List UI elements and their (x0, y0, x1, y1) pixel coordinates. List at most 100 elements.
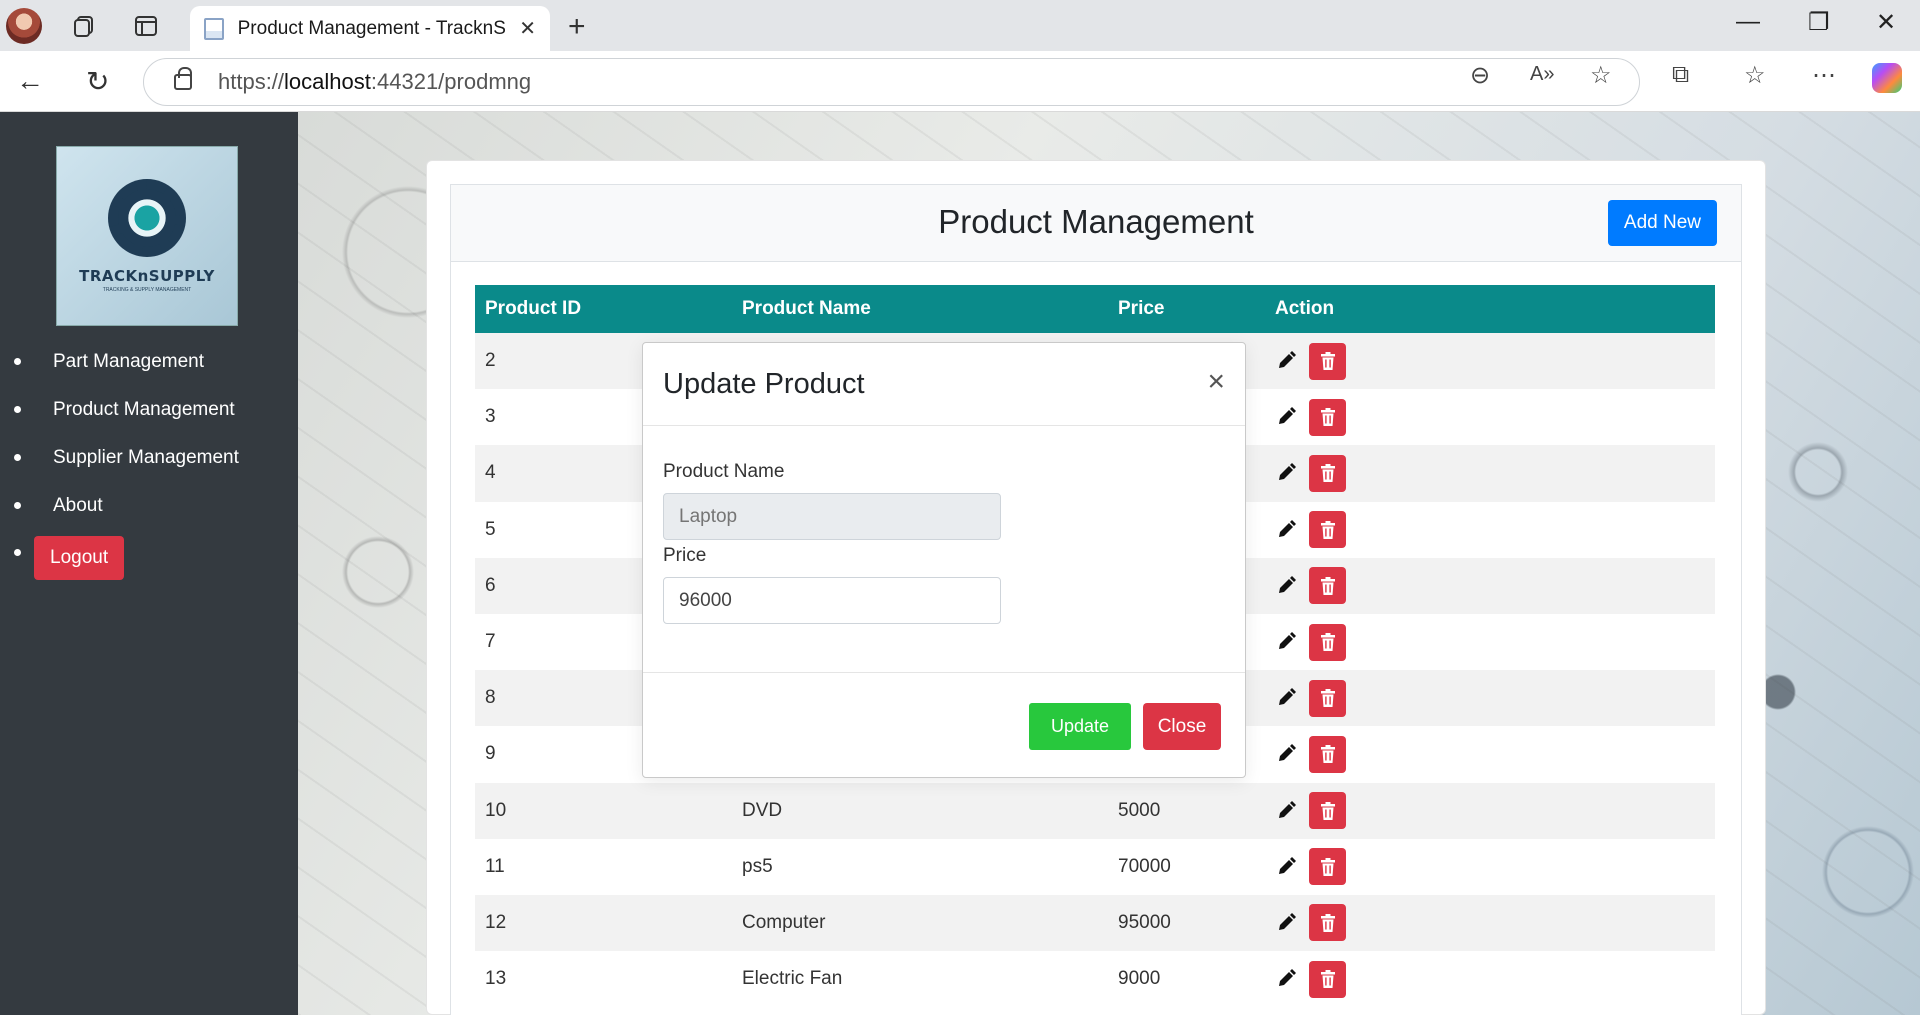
new-tab-icon[interactable]: + (568, 10, 586, 44)
sidebar-item-supplier-management[interactable]: Supplier Management (0, 434, 298, 482)
zoom-out-icon[interactable]: ⊖ (1470, 61, 1490, 90)
delete-button[interactable] (1309, 960, 1346, 998)
edit-pencil-icon[interactable] (1275, 743, 1297, 765)
trash-icon (1320, 857, 1335, 876)
sidebar-link[interactable]: Product Management (53, 399, 235, 421)
edit-pencil-icon[interactable] (1275, 968, 1297, 990)
tab-close-icon[interactable]: ✕ (519, 16, 536, 41)
edit-pencil-icon[interactable] (1275, 406, 1297, 428)
table-row: 13 Electric Fan 9000 (475, 951, 1715, 1008)
trash-icon (1320, 464, 1335, 483)
edit-pencil-icon[interactable] (1275, 575, 1297, 597)
update-button[interactable]: Update (1029, 703, 1131, 750)
sidebar-link[interactable]: About (53, 495, 103, 517)
edit-pencil-icon[interactable] (1275, 912, 1297, 934)
more-menu-icon[interactable]: ⋯ (1812, 61, 1836, 90)
sidebar: TRACKnSUPPLY TRACKING & SUPPLY MANAGEMEN… (0, 112, 298, 1015)
minimize-icon[interactable]: — (1736, 8, 1760, 36)
profile-avatar[interactable] (6, 8, 42, 44)
col-header-action: Action (1265, 285, 1715, 333)
workspaces-icon[interactable] (68, 10, 100, 42)
modal-header: Update Product × (643, 343, 1245, 426)
cell-action (1265, 333, 1715, 390)
edit-pencil-icon[interactable] (1275, 687, 1297, 709)
copilot-icon[interactable] (1872, 63, 1902, 93)
window-close-icon[interactable]: ✕ (1876, 8, 1896, 37)
cell-price: 5000 (1108, 782, 1265, 839)
delete-button[interactable] (1309, 904, 1346, 942)
table-row: 11 ps5 70000 (475, 838, 1715, 895)
col-header-price: Price (1108, 285, 1265, 333)
cell-action (1265, 894, 1715, 952)
col-header-product-name: Product Name (732, 285, 1108, 333)
panel-header: Product Management Add New (451, 185, 1741, 262)
table-header-row: Product ID Product Name Price Action (475, 285, 1715, 333)
page-title: Product Management (938, 203, 1254, 240)
cell-product-id: 13 (475, 951, 732, 1008)
trash-icon (1320, 689, 1335, 708)
trash-icon (1320, 970, 1335, 989)
url-text: https://localhost:44321/prodmng (218, 69, 532, 94)
read-aloud-icon[interactable]: A» (1530, 63, 1554, 86)
cell-price: 70000 (1108, 838, 1265, 895)
url-field[interactable]: https://localhost:44321/prodmng (143, 58, 1640, 106)
add-new-button[interactable]: Add New (1607, 200, 1717, 246)
delete-button[interactable] (1309, 848, 1346, 886)
modal-close-icon[interactable]: × (1207, 365, 1225, 399)
favorite-star-icon[interactable]: ☆ (1590, 61, 1612, 90)
favorites-list-icon[interactable]: ☆ (1744, 61, 1766, 90)
update-product-modal: Update Product × Product Name Price Upda… (642, 342, 1246, 778)
delete-button[interactable] (1309, 735, 1346, 773)
delete-button[interactable] (1309, 398, 1346, 436)
vertical-tabs-icon[interactable] (130, 10, 162, 42)
cell-action (1265, 726, 1715, 783)
edit-pencil-icon[interactable] (1275, 519, 1297, 541)
delete-button[interactable] (1309, 679, 1346, 717)
edit-pencil-icon[interactable] (1275, 800, 1297, 822)
restore-icon[interactable]: ❐ (1808, 8, 1830, 37)
edit-pencil-icon[interactable] (1275, 350, 1297, 372)
edit-pencil-icon[interactable] (1275, 462, 1297, 484)
edit-pencil-icon[interactable] (1275, 631, 1297, 653)
col-header-product-id: Product ID (475, 285, 732, 333)
back-icon[interactable]: ← (16, 65, 44, 97)
sidebar-nav: Part Management Product Management Suppl… (0, 338, 298, 586)
browser-tab-bar: Product Management - TracknSupply ✕ + — … (0, 0, 1920, 51)
delete-button[interactable] (1309, 792, 1346, 830)
close-button[interactable]: Close (1143, 703, 1221, 750)
sidebar-item-part-management[interactable]: Part Management (0, 338, 298, 386)
browser-tab-active[interactable]: Product Management - TracknSupply ✕ (190, 6, 550, 51)
trash-icon (1320, 745, 1335, 764)
cell-product-id: 11 (475, 838, 732, 895)
delete-button[interactable] (1309, 511, 1346, 549)
cell-product-name: Computer (732, 894, 1108, 952)
refresh-icon[interactable]: ↻ (86, 65, 109, 98)
browser-address-bar: ← ↻ https://localhost:44321/prodmng ⊖ A»… (0, 51, 1920, 112)
sidebar-item-logout: Logout (0, 530, 298, 586)
sidebar-link[interactable]: Part Management (53, 351, 204, 373)
table-row: 10 DVD 5000 (475, 782, 1715, 839)
sidebar-link[interactable]: Supplier Management (53, 447, 239, 469)
price-input[interactable] (663, 577, 1001, 624)
logout-button[interactable]: Logout (34, 536, 125, 580)
tracknsupply-logo: TRACKnSUPPLY TRACKING & SUPPLY MANAGEMEN… (56, 146, 238, 326)
delete-button[interactable] (1309, 342, 1346, 380)
delete-button[interactable] (1309, 567, 1346, 605)
tab-title: Product Management - TracknSupply (237, 17, 508, 39)
cell-product-name: ps5 (732, 838, 1108, 895)
cell-action (1265, 501, 1715, 558)
cell-product-name: Electric Fan (732, 951, 1108, 1008)
cell-product-name: DVD (732, 782, 1108, 839)
trash-icon (1320, 633, 1335, 652)
cell-action (1265, 613, 1715, 671)
delete-button[interactable] (1309, 623, 1346, 661)
extensions-icon[interactable]: ⧉ (1672, 61, 1689, 89)
delete-button[interactable] (1309, 454, 1346, 492)
sidebar-item-about[interactable]: About (0, 482, 298, 530)
cell-action (1265, 557, 1715, 614)
edit-pencil-icon[interactable] (1275, 856, 1297, 878)
trash-icon (1320, 520, 1335, 539)
cell-action (1265, 445, 1715, 502)
product-name-input[interactable] (663, 493, 1001, 540)
sidebar-item-product-management[interactable]: Product Management (0, 386, 298, 434)
